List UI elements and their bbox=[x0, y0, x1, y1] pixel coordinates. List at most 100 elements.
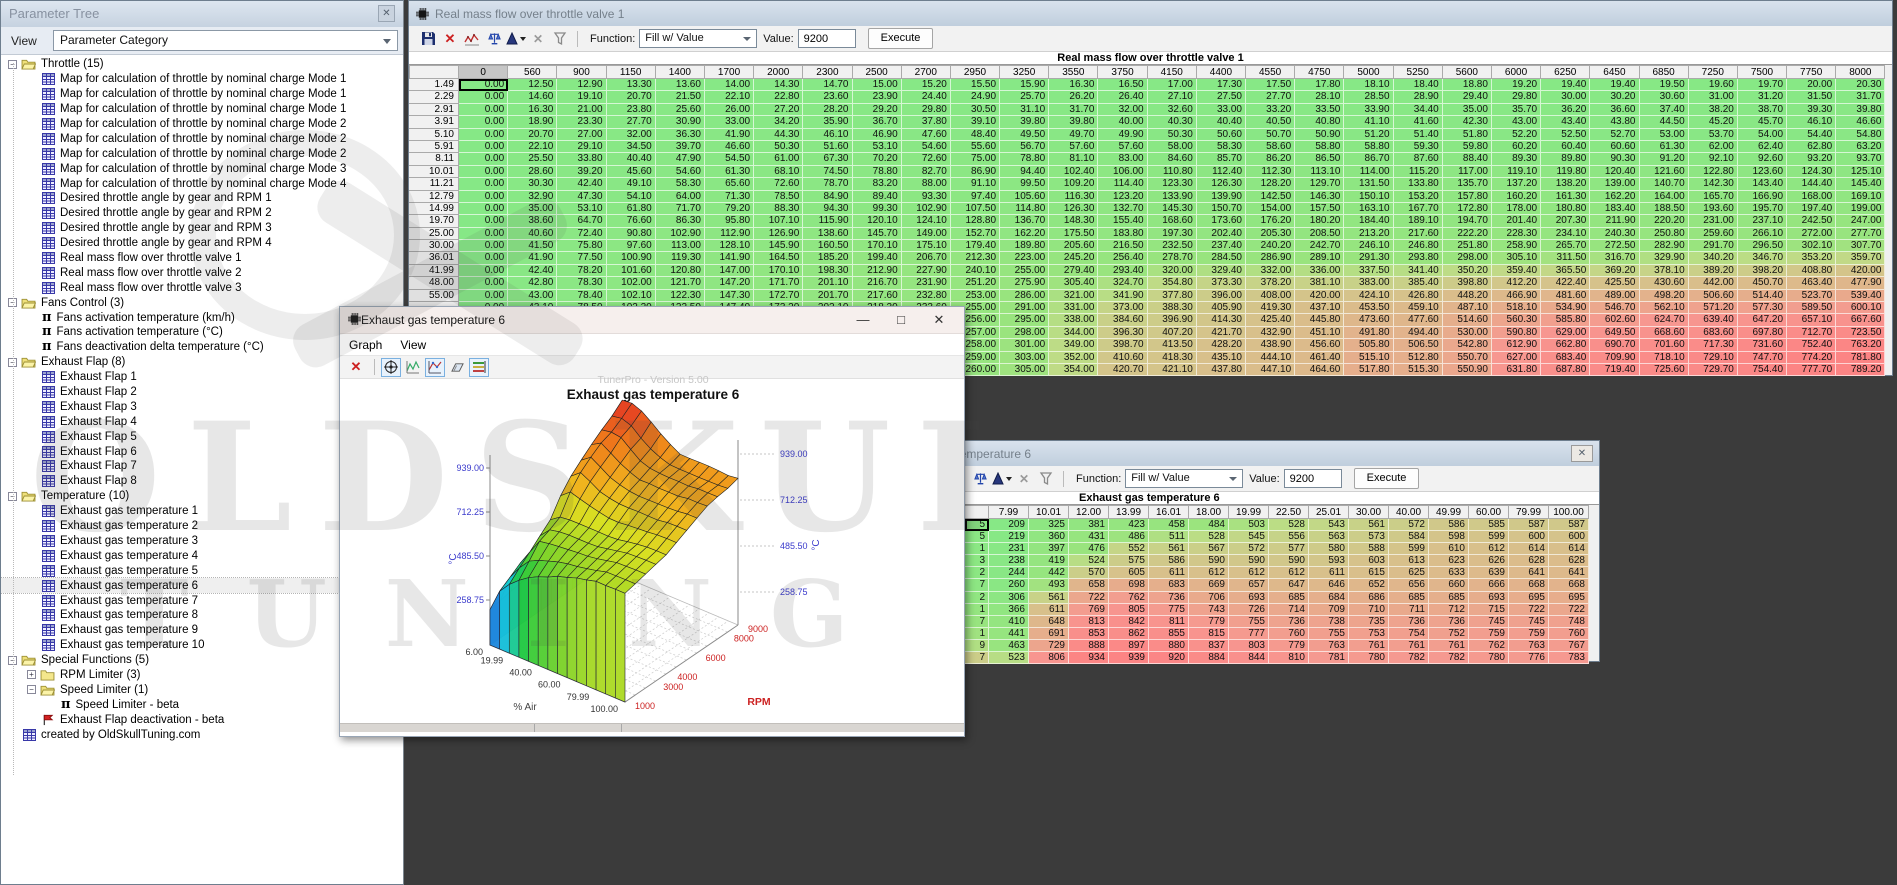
map-cell[interactable]: 132.70 bbox=[1098, 203, 1147, 215]
map-cell[interactable]: 228.30 bbox=[1492, 228, 1541, 240]
col-header[interactable]: 5250 bbox=[1394, 65, 1443, 79]
map-cell[interactable]: 447.10 bbox=[1246, 364, 1295, 376]
map-cell[interactable]: 414.30 bbox=[1197, 314, 1246, 326]
map-cell[interactable]: 154.00 bbox=[1246, 203, 1295, 215]
map-cell[interactable]: 30.60 bbox=[1640, 91, 1689, 103]
map-cell[interactable]: 208.50 bbox=[1295, 228, 1344, 240]
map-cell[interactable]: 46.10 bbox=[803, 129, 852, 141]
map-cell[interactable]: 639 bbox=[1469, 567, 1509, 579]
map-cell[interactable]: 614 bbox=[1509, 543, 1549, 555]
map-cell[interactable]: 76.60 bbox=[607, 215, 656, 227]
map-cell[interactable]: 805 bbox=[1109, 604, 1149, 616]
map-cell[interactable]: 561 bbox=[1349, 519, 1389, 531]
map-cell[interactable]: 631.80 bbox=[1492, 364, 1541, 376]
map-cell[interactable]: 668 bbox=[1509, 579, 1549, 591]
map-cell[interactable]: 517.80 bbox=[1344, 364, 1393, 376]
map-cell[interactable]: 275.90 bbox=[1000, 277, 1049, 289]
map-cell[interactable]: 641 bbox=[1509, 567, 1549, 579]
map-cell[interactable]: 72.40 bbox=[557, 228, 606, 240]
map-cell[interactable]: 61.30 bbox=[1640, 141, 1689, 153]
map-cell[interactable]: 62.00 bbox=[1689, 141, 1738, 153]
col-header[interactable]: 4550 bbox=[1246, 65, 1295, 79]
col-header[interactable]: 25.01 bbox=[1309, 505, 1349, 519]
map-cell[interactable]: 12.50 bbox=[508, 79, 557, 91]
map-cell[interactable]: 33.50 bbox=[1295, 104, 1344, 116]
map-cell[interactable]: 0.00 bbox=[459, 240, 508, 252]
map-cell[interactable]: 92.60 bbox=[1738, 153, 1787, 165]
map-cell[interactable]: 198.30 bbox=[803, 265, 852, 277]
map-cell[interactable]: 88.30 bbox=[754, 203, 803, 215]
map-cell[interactable]: 701.60 bbox=[1640, 339, 1689, 351]
map-cell[interactable]: 570 bbox=[1069, 567, 1109, 579]
col-header[interactable]: 4150 bbox=[1148, 65, 1197, 79]
row-header[interactable]: 55.00 bbox=[409, 290, 459, 302]
map-cell[interactable]: 542.80 bbox=[1443, 339, 1492, 351]
map-cell[interactable]: 25.60 bbox=[656, 104, 705, 116]
map-cell[interactable]: 89.80 bbox=[1541, 153, 1590, 165]
map-cell[interactable]: 142.50 bbox=[1246, 191, 1295, 203]
map-cell[interactable]: 615 bbox=[1349, 567, 1389, 579]
map-cell[interactable]: 515.10 bbox=[1344, 352, 1393, 364]
map-window-titlebar[interactable]: Real mass flow over throttle valve 1 bbox=[409, 1, 1892, 26]
map-cell[interactable]: 646 bbox=[1309, 579, 1349, 591]
map-cell[interactable]: 46.60 bbox=[705, 141, 754, 153]
map-cell[interactable]: 65.60 bbox=[705, 178, 754, 190]
map-cell[interactable]: 83.20 bbox=[853, 178, 902, 190]
map-cell[interactable]: 222.20 bbox=[1443, 228, 1492, 240]
filter-icon[interactable] bbox=[550, 30, 570, 48]
map-cell[interactable]: 40.00 bbox=[1098, 116, 1147, 128]
map-cell[interactable]: 157.50 bbox=[1295, 203, 1344, 215]
map-cell[interactable]: 27.10 bbox=[1148, 91, 1197, 103]
map-cell[interactable]: 0.00 bbox=[459, 290, 508, 302]
map-cell[interactable]: 121.70 bbox=[656, 277, 705, 289]
col-header[interactable]: 22.50 bbox=[1269, 505, 1309, 519]
map-cell[interactable]: 51.80 bbox=[1443, 129, 1492, 141]
map-cell[interactable]: 599 bbox=[1389, 543, 1429, 555]
map-cell[interactable]: 172.70 bbox=[754, 290, 803, 302]
col-header[interactable]: 3250 bbox=[1000, 65, 1049, 79]
map-cell[interactable]: 72.60 bbox=[754, 178, 803, 190]
map-cell-partial[interactable]: 1 bbox=[965, 604, 989, 616]
map-cell[interactable]: 64.70 bbox=[557, 215, 606, 227]
map-cell-partial[interactable]: 2 bbox=[965, 592, 989, 604]
map-cell[interactable]: 0.00 bbox=[459, 252, 508, 264]
map-cell[interactable]: 506.60 bbox=[1689, 290, 1738, 302]
map-cell[interactable]: 240.30 bbox=[1590, 228, 1639, 240]
col-header[interactable]: 3750 bbox=[1098, 65, 1147, 79]
map-cell[interactable]: 84.60 bbox=[1148, 153, 1197, 165]
row-header[interactable]: 14.99 bbox=[409, 203, 459, 215]
map-cell[interactable]: 590.80 bbox=[1492, 327, 1541, 339]
map-cell[interactable]: 530.00 bbox=[1443, 327, 1492, 339]
map-cell[interactable]: 444.10 bbox=[1246, 352, 1295, 364]
map-cell[interactable]: 83.00 bbox=[1098, 153, 1147, 165]
map-cell[interactable]: 585 bbox=[1469, 519, 1509, 531]
map-cell[interactable]: 301.00 bbox=[1000, 339, 1049, 351]
map-cell[interactable]: 763 bbox=[1309, 640, 1349, 652]
map-cell[interactable]: 384.60 bbox=[1098, 314, 1147, 326]
map-cell[interactable]: 40.50 bbox=[1246, 116, 1295, 128]
map-cell[interactable]: 75.00 bbox=[951, 153, 1000, 165]
map-cell[interactable]: 587 bbox=[1549, 519, 1589, 531]
map-cell[interactable]: 251.80 bbox=[1443, 240, 1492, 252]
map-cell[interactable]: 420.00 bbox=[1836, 265, 1885, 277]
map-cell[interactable]: 710 bbox=[1349, 604, 1389, 616]
collapse-icon[interactable]: − bbox=[27, 685, 36, 694]
map-cell[interactable]: 685 bbox=[1269, 592, 1309, 604]
map-cell[interactable]: 360 bbox=[1029, 531, 1069, 543]
map-cell[interactable]: 242.70 bbox=[1295, 240, 1344, 252]
map-cell[interactable]: 373.30 bbox=[1197, 277, 1246, 289]
map-cell[interactable]: 88.00 bbox=[902, 178, 951, 190]
map-cell[interactable]: 325 bbox=[1029, 519, 1069, 531]
map-cell[interactable]: 763.20 bbox=[1836, 339, 1885, 351]
map-cell[interactable]: 709.90 bbox=[1590, 352, 1639, 364]
map-cell[interactable]: 782 bbox=[1429, 652, 1469, 664]
map-cell[interactable]: 25.50 bbox=[508, 153, 557, 165]
map-cell[interactable]: 172.80 bbox=[1443, 203, 1492, 215]
map-cell[interactable]: 51.20 bbox=[1344, 129, 1393, 141]
map-cell[interactable]: 880 bbox=[1149, 640, 1189, 652]
map-cell[interactable]: 180.20 bbox=[1295, 215, 1344, 227]
col-header[interactable]: 1700 bbox=[705, 65, 754, 79]
map-cell[interactable]: 33.20 bbox=[1246, 104, 1295, 116]
value-input[interactable] bbox=[1284, 469, 1342, 488]
map-cell[interactable]: 625 bbox=[1389, 567, 1429, 579]
